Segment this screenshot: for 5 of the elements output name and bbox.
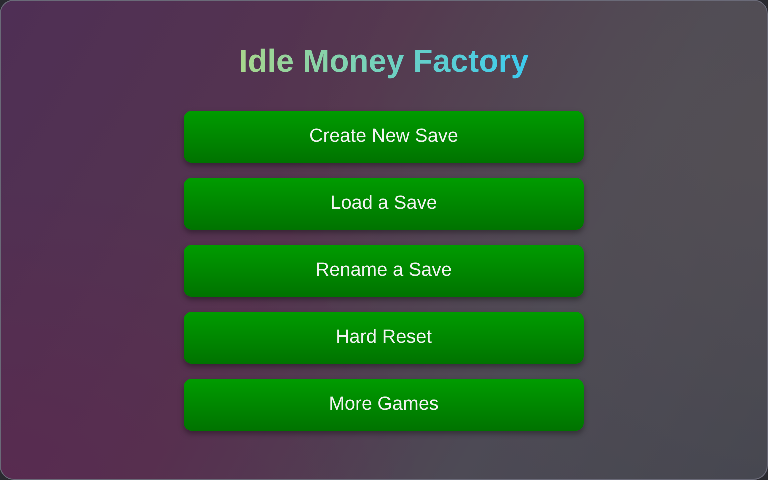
menu-button[interactable]: Rename a Save (184, 245, 584, 297)
menu-button[interactable]: Create New Save (184, 111, 584, 163)
menu-button[interactable]: Load a Save (184, 178, 584, 230)
menu-button[interactable]: More Games (184, 379, 584, 431)
menu-button[interactable]: Hard Reset (184, 312, 584, 364)
